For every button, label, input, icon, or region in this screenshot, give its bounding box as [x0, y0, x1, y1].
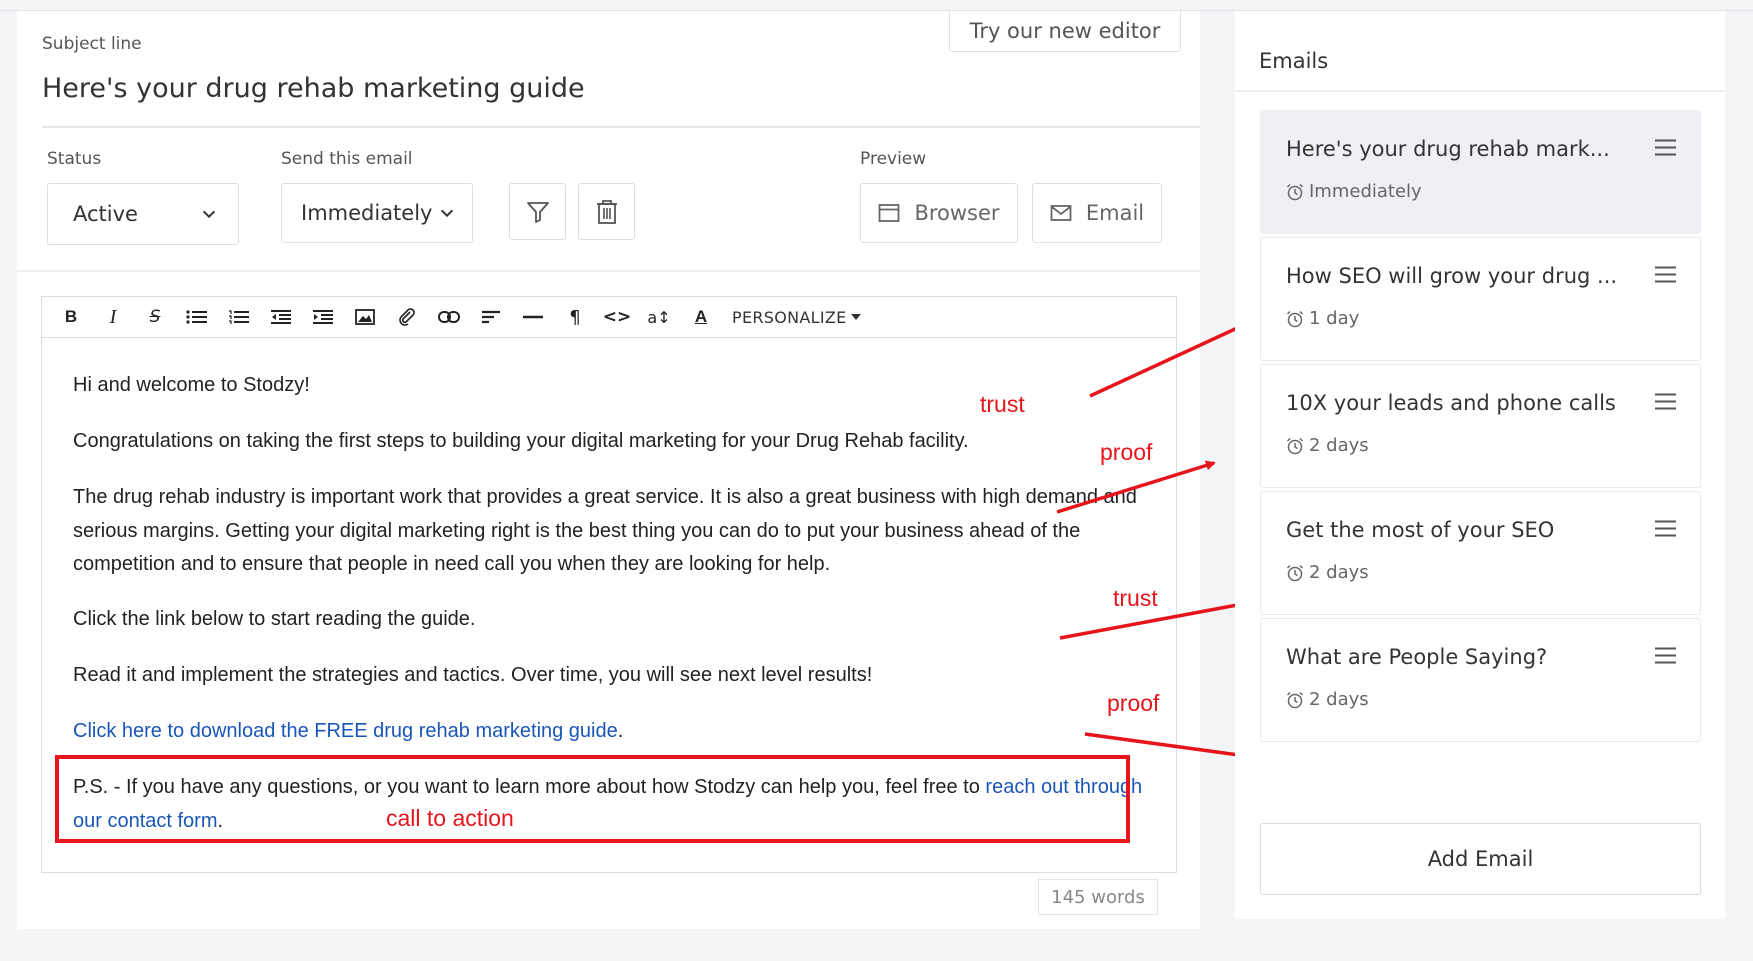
- email-item-delay-text: 2 days: [1309, 435, 1369, 456]
- emails-sidebar: Emails Here's your drug rehab mark... Im…: [1235, 11, 1725, 919]
- arrow-4: [1084, 732, 1248, 760]
- email-item[interactable]: Here's your drug rehab mark... Immediate…: [1260, 110, 1701, 234]
- drag-handle-icon[interactable]: [1655, 647, 1676, 664]
- drag-handle-icon[interactable]: [1655, 393, 1676, 410]
- alarm-clock-icon: [1286, 183, 1304, 200]
- alarm-clock-icon: [1286, 564, 1304, 581]
- arrow-2: [1056, 460, 1216, 514]
- alarm-clock-icon: [1286, 691, 1304, 708]
- emails-sidebar-title: Emails: [1259, 49, 1329, 73]
- email-item-delay: 2 days: [1286, 562, 1369, 583]
- alarm-clock-icon: [1286, 310, 1304, 327]
- email-item-delay-text: 2 days: [1309, 562, 1369, 583]
- email-item-delay: 2 days: [1286, 689, 1369, 710]
- email-item-delay-text: 1 day: [1309, 308, 1360, 329]
- email-item[interactable]: What are People Saying? 2 days: [1260, 618, 1701, 742]
- email-item-delay: 2 days: [1286, 435, 1369, 456]
- email-item-delay-text: Immediately: [1309, 181, 1422, 202]
- email-item-title: 10X your leads and phone calls: [1286, 391, 1616, 415]
- email-item-title: Here's your drug rehab mark...: [1286, 137, 1610, 161]
- email-item[interactable]: 10X your leads and phone calls 2 days: [1260, 364, 1701, 488]
- drag-handle-icon[interactable]: [1655, 520, 1676, 537]
- arrow-3: [1059, 599, 1250, 640]
- email-item[interactable]: How SEO will grow your drug ... 1 day: [1260, 237, 1701, 361]
- email-item-delay: Immediately: [1286, 181, 1422, 202]
- sidebar-divider: [1235, 90, 1725, 92]
- email-item-title: Get the most of your SEO: [1286, 518, 1555, 542]
- email-item-delay: 1 day: [1286, 308, 1359, 329]
- email-item-delay-text: 2 days: [1309, 689, 1369, 710]
- drag-handle-icon[interactable]: [1655, 266, 1676, 283]
- arrow-1: [1089, 321, 1250, 398]
- email-item[interactable]: Get the most of your SEO 2 days: [1260, 491, 1701, 615]
- alarm-clock-icon: [1286, 437, 1304, 454]
- drag-handle-icon[interactable]: [1655, 139, 1676, 156]
- email-item-title: How SEO will grow your drug ...: [1286, 264, 1618, 288]
- add-email-button[interactable]: Add Email: [1260, 823, 1701, 895]
- email-item-title: What are People Saying?: [1286, 645, 1548, 669]
